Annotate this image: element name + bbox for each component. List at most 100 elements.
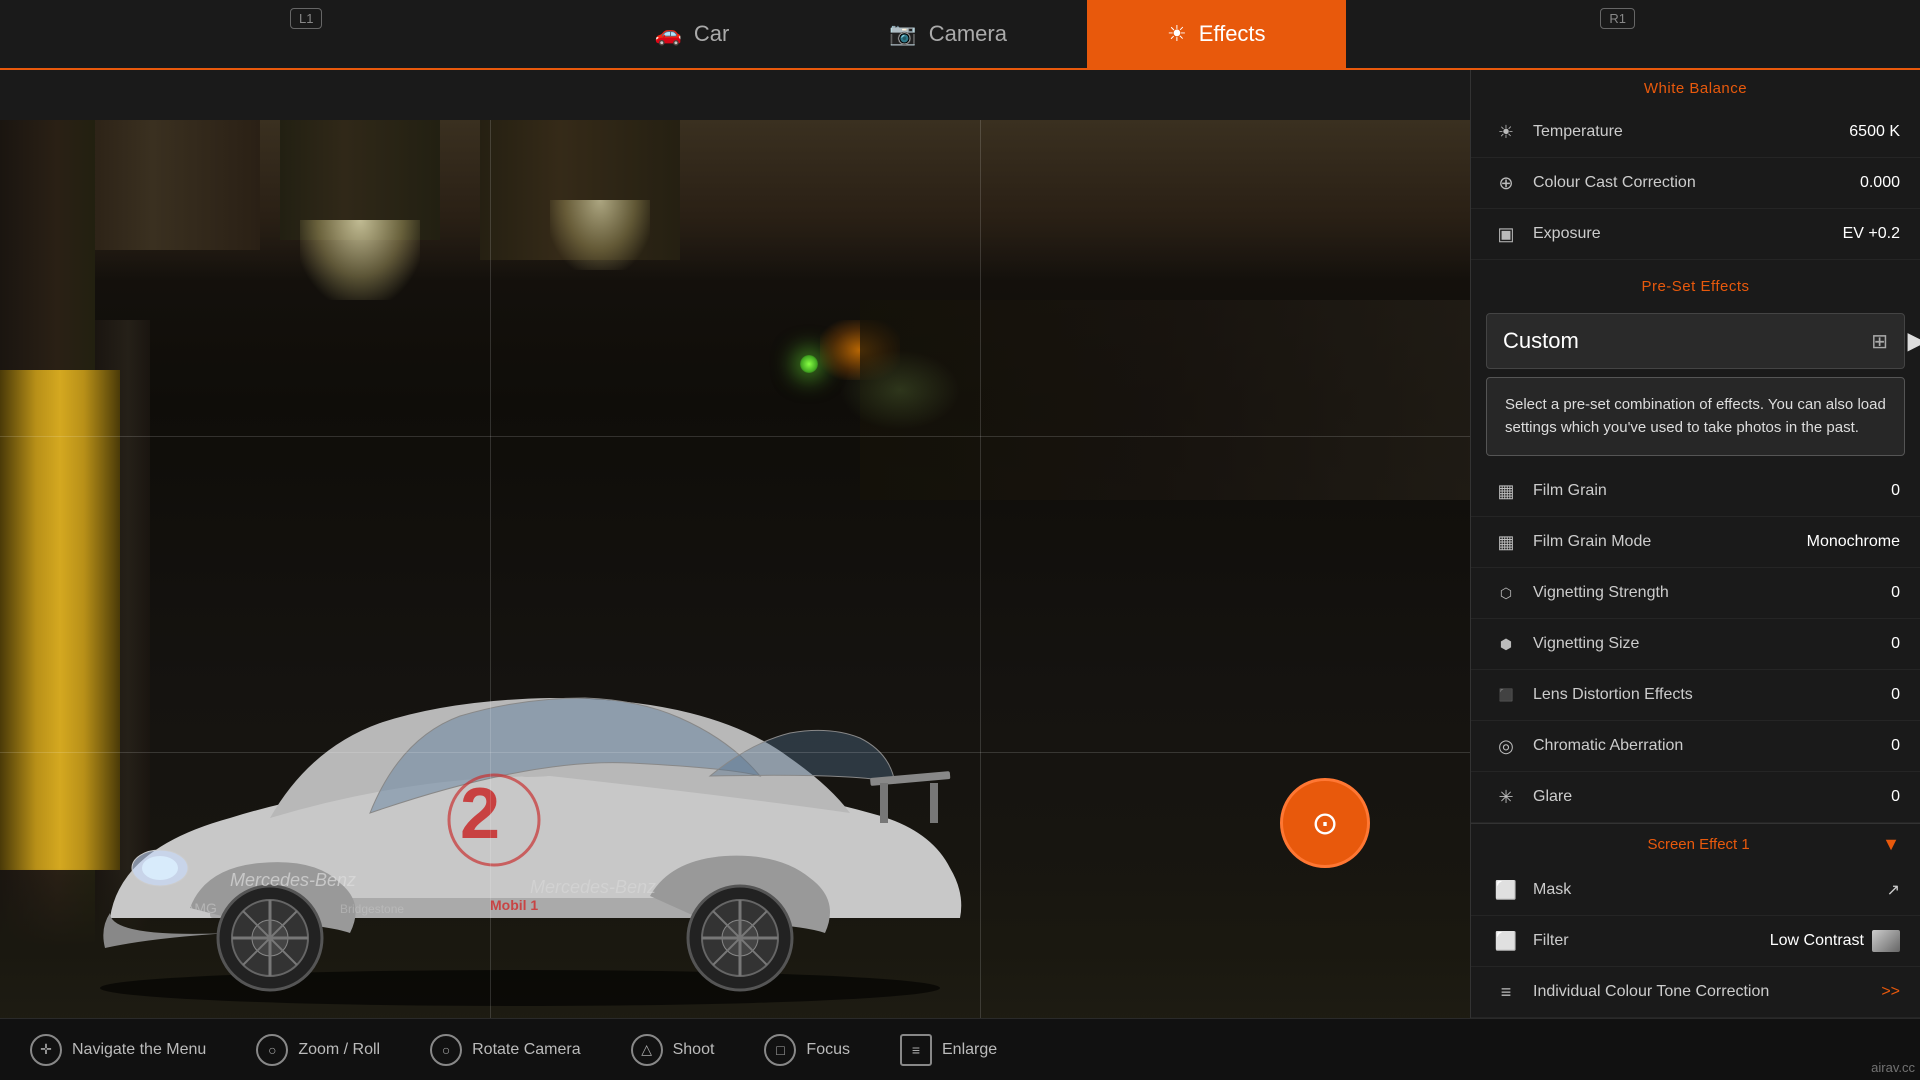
tab-car-label: Car [694,21,729,47]
ceiling-light-1 [300,220,420,300]
hint-zoom-label: Zoom / Roll [298,1041,380,1059]
film-grain-icon: ▦ [1491,476,1521,506]
filter-thumbnail [1872,930,1900,952]
film-grain-mode-value: Monochrome [1807,533,1900,551]
top-navigation: L1 🚗 Car 📷 Camera ☀ Effects R1 [0,0,1920,70]
screen-effect-header: Screen Effect 1 ▼ [1471,823,1920,865]
individual-colour-expand-icon: >> [1881,983,1900,1001]
preset-selector[interactable]: Custom ⊞ ▶ [1486,313,1905,369]
temperature-value: 6500 K [1820,123,1900,141]
film-grain-mode-label: Film Grain Mode [1533,533,1807,551]
exposure-icon: ▣ [1491,219,1521,249]
glare-value: 0 [1820,788,1900,806]
colour-cast-icon: ⊕ [1491,168,1521,198]
screen-effect-title: Screen Effect 1 [1515,836,1882,853]
film-grain-value: 0 [1820,482,1900,500]
filter-value-container: Low Contrast [1770,930,1900,952]
filter-value-text: Low Contrast [1770,932,1864,950]
mask-icon: ⬜ [1491,875,1521,905]
glare-label: Glare [1533,788,1820,806]
individual-colour-icon: ≡ [1491,977,1521,1007]
svg-text:Bridgestone: Bridgestone [340,902,404,916]
city-glow [840,350,960,430]
tab-effects-label: Effects [1199,21,1266,47]
svg-text:Mercedes-Benz: Mercedes-Benz [530,877,656,897]
mask-row[interactable]: ⬜ Mask ↗ [1471,865,1920,916]
hint-enlarge-label: Enlarge [942,1041,997,1059]
film-grain-mode-row[interactable]: ▦ Film Grain Mode Monochrome [1471,517,1920,568]
effects-icon: ☀ [1167,21,1187,47]
film-grain-row[interactable]: ▦ Film Grain 0 [1471,466,1920,517]
chromatic-aberration-value: 0 [1820,737,1900,755]
hint-focus-label: Focus [806,1041,850,1059]
beam-1 [80,120,260,250]
preset-effects-header: Pre-Set Effects [1471,268,1920,305]
filter-row[interactable]: ⬜ Filter Low Contrast [1471,916,1920,967]
lens-distortion-value: 0 [1820,686,1900,704]
car-icon: 🚗 [654,21,681,47]
preset-selected-label: Custom [1503,328,1871,354]
rotate-icon: ○ [430,1034,462,1066]
hint-enlarge: ≡ Enlarge [900,1034,997,1066]
bumper-r1: R1 [1600,8,1635,29]
individual-colour-row[interactable]: ≡ Individual Colour Tone Correction >> [1471,967,1920,1018]
tab-camera[interactable]: 📷 Camera [809,0,1087,69]
temperature-row[interactable]: ☀ Temperature 6500 K [1471,107,1920,158]
bumper-l1: L1 [290,8,322,29]
focus-icon: □ [764,1034,796,1066]
colour-cast-value: 0.000 [1820,174,1900,192]
cursor-pointer: ▶ [1908,327,1920,356]
camera-background: 2 Mercedes-Benz Mercedes-Benz AMG B [0,120,1470,1018]
vignetting-size-row[interactable]: ⬢ Vignetting Size 0 [1471,619,1920,670]
content-area: 2 Mercedes-Benz Mercedes-Benz AMG B [0,70,1920,1018]
colour-cast-label: Colour Cast Correction [1533,174,1820,192]
preset-grid-icon: ⊞ [1871,329,1888,354]
tab-effects[interactable]: ☀ Effects [1087,0,1346,69]
bottom-bar: ✛ Navigate the Menu ○ Zoom / Roll ○ Rota… [0,1018,1920,1080]
panel-scroll[interactable]: White Balance ☀ Temperature 6500 K ⊕ Col… [1471,70,1920,1018]
hint-zoom: ○ Zoom / Roll [256,1034,380,1066]
glare-icon: ✳ [1491,782,1521,812]
film-grain-mode-icon: ▦ [1491,527,1521,557]
vignetting-size-value: 0 [1820,635,1900,653]
screen-effect-collapse-icon[interactable]: ▼ [1882,834,1900,855]
tab-car[interactable]: 🚗 Car [574,0,809,69]
lens-distortion-icon: ⬛ [1491,680,1521,710]
exposure-value: EV +0.2 [1820,225,1900,243]
right-panel: White Balance ☀ Temperature 6500 K ⊕ Col… [1470,70,1920,1018]
filter-icon: ⬜ [1491,926,1521,956]
hint-navigate: ✛ Navigate the Menu [30,1034,206,1066]
hint-shoot: △ Shoot [631,1034,715,1066]
individual-colour-label: Individual Colour Tone Correction [1533,983,1881,1001]
temperature-icon: ☀ [1491,117,1521,147]
ceiling-light-2 [550,200,650,270]
main-container: L1 🚗 Car 📷 Camera ☀ Effects R1 [0,0,1920,1080]
lens-distortion-row[interactable]: ⬛ Lens Distortion Effects 0 [1471,670,1920,721]
vignetting-size-label: Vignetting Size [1533,635,1820,653]
traffic-light-green [800,355,818,373]
colour-cast-row[interactable]: ⊕ Colour Cast Correction 0.000 [1471,158,1920,209]
white-balance-header: White Balance [1471,70,1920,107]
glare-row[interactable]: ✳ Glare 0 [1471,772,1920,823]
chromatic-aberration-row[interactable]: ◎ Chromatic Aberration 0 [1471,721,1920,772]
hint-navigate-label: Navigate the Menu [72,1041,206,1059]
navigate-icon: ✛ [30,1034,62,1066]
car-container: 2 Mercedes-Benz Mercedes-Benz AMG B [30,628,1010,1008]
zoom-icon: ○ [256,1034,288,1066]
svg-text:AMG: AMG [185,900,217,916]
camera-icon: 📷 [889,21,916,47]
shoot-button-icon: ⊙ [1312,804,1339,842]
hint-shoot-label: Shoot [673,1041,715,1059]
vignetting-strength-value: 0 [1820,584,1900,602]
mask-value: ↗ [1820,880,1900,900]
mask-arrow-icon: ↗ [1887,882,1900,899]
vignetting-strength-icon: ⬡ [1491,578,1521,608]
vignetting-strength-row[interactable]: ⬡ Vignetting Strength 0 [1471,568,1920,619]
hint-rotate: ○ Rotate Camera [430,1034,581,1066]
hint-rotate-label: Rotate Camera [472,1041,581,1059]
exposure-row[interactable]: ▣ Exposure EV +0.2 [1471,209,1920,260]
vignetting-size-icon: ⬢ [1491,629,1521,659]
shoot-button[interactable]: ⊙ [1280,778,1370,868]
svg-text:Mercedes-Benz: Mercedes-Benz [230,870,356,890]
camera-view: 2 Mercedes-Benz Mercedes-Benz AMG B [0,70,1470,1018]
